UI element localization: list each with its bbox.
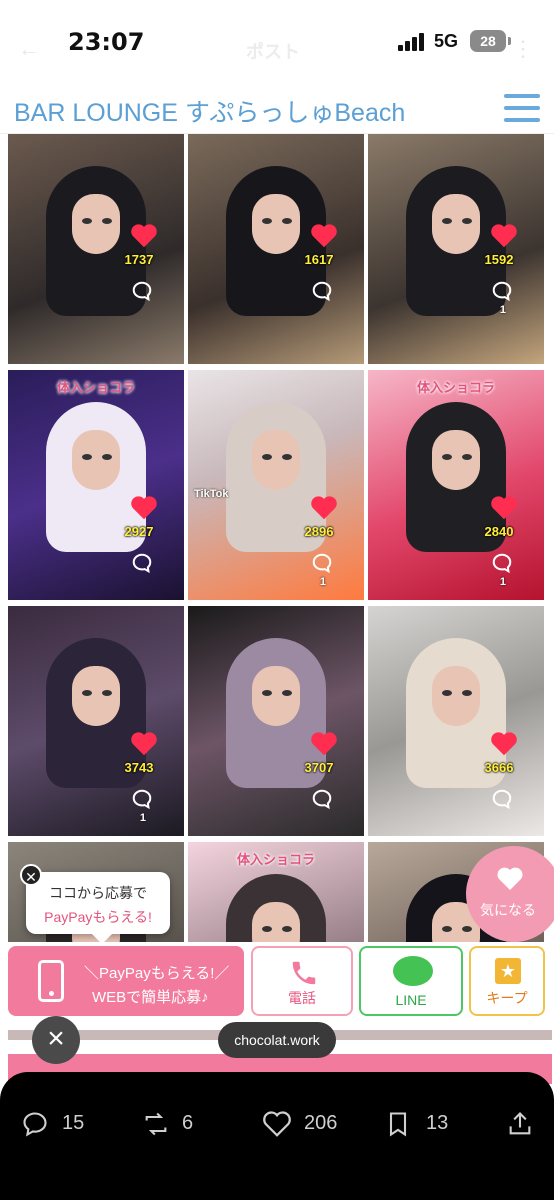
tile-watermark: TikTok [194,488,229,500]
photo-tile[interactable]: 1737 [8,134,184,364]
like-count: 1737 [124,252,154,267]
network-label: 5G [434,31,459,51]
paypay-tooltip[interactable]: ココから応募で PayPayもらえる! [26,872,170,944]
hamburger-menu-icon[interactable] [504,94,540,122]
favorite-button[interactable]: 気になる [466,846,554,942]
url-pill: chocolat.work [218,1022,336,1058]
like-heart-icon[interactable] [310,730,338,756]
photo-grid: 1737 1617 1592 1 体入ショコラ 2927 TikTok 2896 1 体入ショコラ… [8,134,554,944]
tile-ribbon: 体入ショコラ [416,380,495,395]
call-label: 電話 [288,990,316,1006]
close-icon[interactable]: × [32,1016,80,1064]
bookmark-button[interactable]: 13 [384,1108,474,1140]
like-heart-icon[interactable] [490,222,518,248]
comment-icon[interactable] [310,280,334,302]
call-button[interactable]: 電話 [251,946,353,1016]
like-heart-icon[interactable] [310,222,338,248]
photo-tile[interactable]: 体入ショコラ 2840 1 [368,370,544,600]
action-bar: ＼PayPayもらえる!／ WEBで簡単応募♪ 電話 LINE ★ キープ [0,942,554,1030]
comment-icon[interactable] [130,552,154,574]
photo-tile[interactable]: 1617 [188,134,364,364]
battery-tip [508,37,511,45]
like-count: 2840 [484,524,514,539]
heart-outline-icon [263,1111,291,1137]
like-count: 1592 [484,252,514,267]
reply-icon [23,1112,47,1137]
site-header: BAR LOUNGE すぷらっしゅBeach [0,82,554,134]
reply-button[interactable]: 15 [20,1108,110,1140]
photo-tile[interactable]: TikTok 2896 1 [188,370,364,600]
like-button[interactable]: 206 [262,1108,362,1140]
site-title[interactable]: BAR LOUNGE すぷらっしゅBeach [14,93,405,129]
like-heart-icon[interactable] [130,730,158,756]
comment-count: 1 [499,576,506,588]
star-icon: ★ [495,958,521,984]
photo-tile[interactable]: 体入ショコラ4272 [188,842,364,944]
like-heart-icon[interactable] [130,222,158,248]
bookmark-count: 13 [426,1112,449,1134]
repost-icon [145,1112,167,1136]
repost-count: 6 [182,1112,194,1134]
comment-icon[interactable] [490,788,514,810]
comment-icon[interactable] [130,280,154,302]
share-icon [509,1112,531,1135]
like-heart-icon[interactable] [490,494,518,520]
comment-count: 1 [499,304,506,316]
like-heart-icon[interactable] [490,730,518,756]
comment-count: 1 [139,812,146,824]
tile-ribbon: 体入ショコラ [56,380,135,395]
tile-ribbon: 体入ショコラ [236,852,315,867]
line-button[interactable]: LINE [359,946,463,1016]
post-header-title: ポスト [246,42,300,62]
keep-button[interactable]: ★ キープ [469,946,545,1016]
photo-subject [226,874,326,944]
heart-icon [497,867,523,890]
web-apply-button[interactable]: ＼PayPayもらえる!／ WEBで簡単応募♪ [8,946,244,1016]
like-count: 2896 [304,524,334,539]
status-time: 23:07 [68,28,145,56]
battery-icon: 28 [470,30,506,52]
apply-line2: WEBで簡単応募♪ [92,989,209,1006]
tooltip-line2: PayPayもらえる! [44,909,152,925]
like-count: 206 [304,1112,338,1134]
photo-tile[interactable]: 3666 [368,606,544,836]
like-count: 3743 [124,760,154,775]
like-count: 2927 [124,524,154,539]
signal-icon [398,33,428,51]
engagement-bar: 15 6 206 13 [0,1072,554,1200]
comment-icon[interactable] [490,280,514,302]
photo-tile[interactable]: 3707 [188,606,364,836]
comment-icon[interactable] [310,788,334,810]
apply-line1: ＼PayPayもらえる!／ [84,965,230,982]
comment-count: 1 [319,576,326,588]
comment-icon[interactable] [490,552,514,574]
tooltip-close-icon[interactable]: ✕ [20,864,42,886]
comment-icon[interactable] [130,788,154,810]
keep-label: キープ [486,990,528,1006]
share-button[interactable] [506,1108,536,1140]
back-arrow-icon[interactable]: ← [18,36,40,62]
like-count: 3666 [484,760,514,775]
photo-tile[interactable]: 体入ショコラ 2927 [8,370,184,600]
comment-icon[interactable] [310,552,334,574]
repost-button[interactable]: 6 [140,1108,230,1140]
status-bar: ← ポスト ⋮ 23:07 5G 28 [0,0,554,82]
favorite-label: 気になる [480,902,536,918]
chat-bubble-icon [393,956,433,986]
line-label: LINE [395,992,427,1008]
bookmark-icon [389,1112,407,1137]
tooltip-line1: ココから応募で [49,885,147,901]
like-count: 3707 [304,760,334,775]
like-heart-icon[interactable] [130,494,158,520]
reply-count: 15 [62,1112,85,1134]
smartphone-icon [38,960,64,1002]
more-icon[interactable]: ⋮ [512,36,534,62]
phone-icon [292,961,316,985]
photo-tile[interactable]: 1592 1 [368,134,544,364]
like-count: 1617 [304,252,334,267]
like-heart-icon[interactable] [310,494,338,520]
photo-tile[interactable]: 3743 1 [8,606,184,836]
